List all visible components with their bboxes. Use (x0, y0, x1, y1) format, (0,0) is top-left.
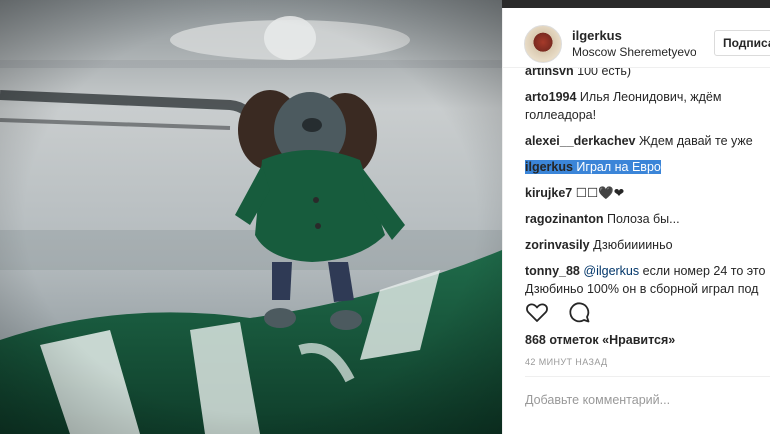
add-comment-input[interactable] (525, 390, 765, 410)
divider (525, 376, 770, 377)
comment-username[interactable]: kirujke7 (525, 186, 572, 200)
post-photo[interactable] (0, 0, 502, 434)
post-location[interactable]: Moscow Sheremetyevo (572, 45, 696, 59)
comment-username[interactable]: tonny_88 (525, 264, 580, 278)
comment-icon[interactable] (567, 300, 591, 324)
photo-scene (0, 0, 502, 434)
comment-mention[interactable]: @ilgerkus (583, 264, 639, 278)
comment: tonny_88 @ilgerkus если номер 24 то это … (525, 262, 770, 298)
comment-username[interactable]: ilgerkus (525, 160, 573, 174)
avatar[interactable] (524, 25, 562, 63)
post-header: ilgerkus Moscow Sheremetyevo Подписаться (503, 8, 770, 68)
comment-text: Ждем давай те уже (639, 134, 753, 148)
comment: ilgerkus Играл на Евро (525, 158, 770, 176)
comment: kirujke7 ☐☐🖤❤ (525, 184, 770, 202)
post-actions (525, 300, 605, 326)
comment-text: ☐☐🖤❤ (575, 186, 625, 200)
comment-list[interactable]: artinsvn 100 есть) arto1994 Илья Леонидо… (503, 68, 770, 298)
comment: zorinvasily Дзюбииииньо (525, 236, 770, 254)
comment-text: Играл на Евро (576, 160, 661, 174)
follow-button[interactable]: Подписаться (714, 30, 770, 56)
comment-text: Дзюбииииньо (593, 238, 673, 252)
comment: ragozinanton Полоза бы... (525, 210, 770, 228)
post-sidebar: ilgerkus Moscow Sheremetyevo Подписаться… (502, 8, 770, 434)
comment-username[interactable]: alexei__derkachev (525, 134, 636, 148)
comment-username[interactable]: ragozinanton (525, 212, 603, 226)
comment-username[interactable]: arto1994 (525, 90, 576, 104)
comment: arto1994 Илья Леонидович, ждём голлеадор… (525, 88, 770, 124)
comment-username[interactable]: zorinvasily (525, 238, 590, 252)
heart-icon[interactable] (525, 300, 549, 324)
comment-text: Полоза бы... (606, 212, 680, 226)
comment-text: 100 есть) (577, 68, 632, 78)
comment: artinsvn 100 есть) (525, 68, 770, 80)
post-username[interactable]: ilgerkus (572, 28, 622, 43)
comment-username[interactable]: artinsvn (525, 68, 574, 78)
comment: alexei__derkachev Ждем давай те уже (525, 132, 770, 150)
likes-count[interactable]: 868 отметок «Нравится» (525, 333, 675, 347)
post-timestamp[interactable]: 42 МИНУТ НАЗАД (525, 357, 608, 367)
